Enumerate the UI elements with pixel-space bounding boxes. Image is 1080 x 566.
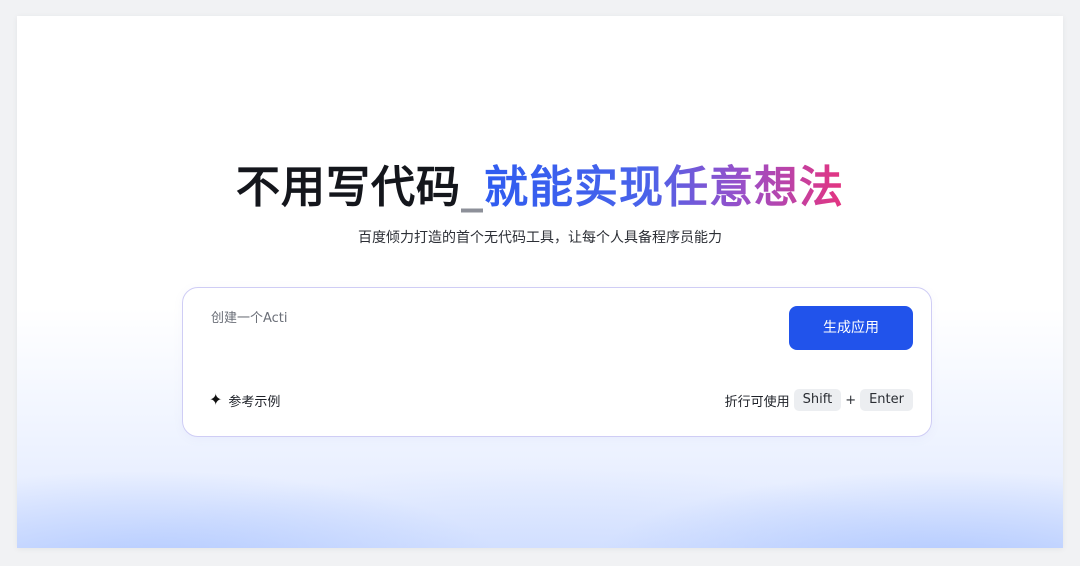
newline-hint: 折行可使用 Shift + Enter [725,388,913,412]
headline-separator: _ [461,162,484,213]
headline-part1: 不用写代码 [236,162,461,213]
prompt-input[interactable]: 创建一个Acti [211,310,771,328]
generate-app-button[interactable]: 生成应用 [789,306,913,350]
hero-subtitle: 百度倾力打造的首个无代码工具，让每个人具备程序员能力 [358,230,722,246]
examples-label: 参考示例 [228,394,281,410]
plus-sign: + [845,392,857,408]
sparkle-icon: ✦ [209,390,223,409]
app-canvas: 不用写代码_就能实现任意想法 百度倾力打造的首个无代码工具，让每个人具备程序员能… [17,16,1063,548]
newline-hint-text: 折行可使用 [724,394,790,410]
prompt-card: 创建一个Acti 生成应用 ✦ 参考示例 折行可使用 Shift + Enter [182,287,932,437]
hero-headline: 不用写代码_就能实现任意想法 [17,160,1063,216]
headline-part2: 就能实现任意想法 [484,162,844,213]
enter-key-badge: Enter [860,389,913,411]
shift-key-badge: Shift [793,389,842,411]
examples-button[interactable]: ✦ 参考示例 [209,390,280,410]
